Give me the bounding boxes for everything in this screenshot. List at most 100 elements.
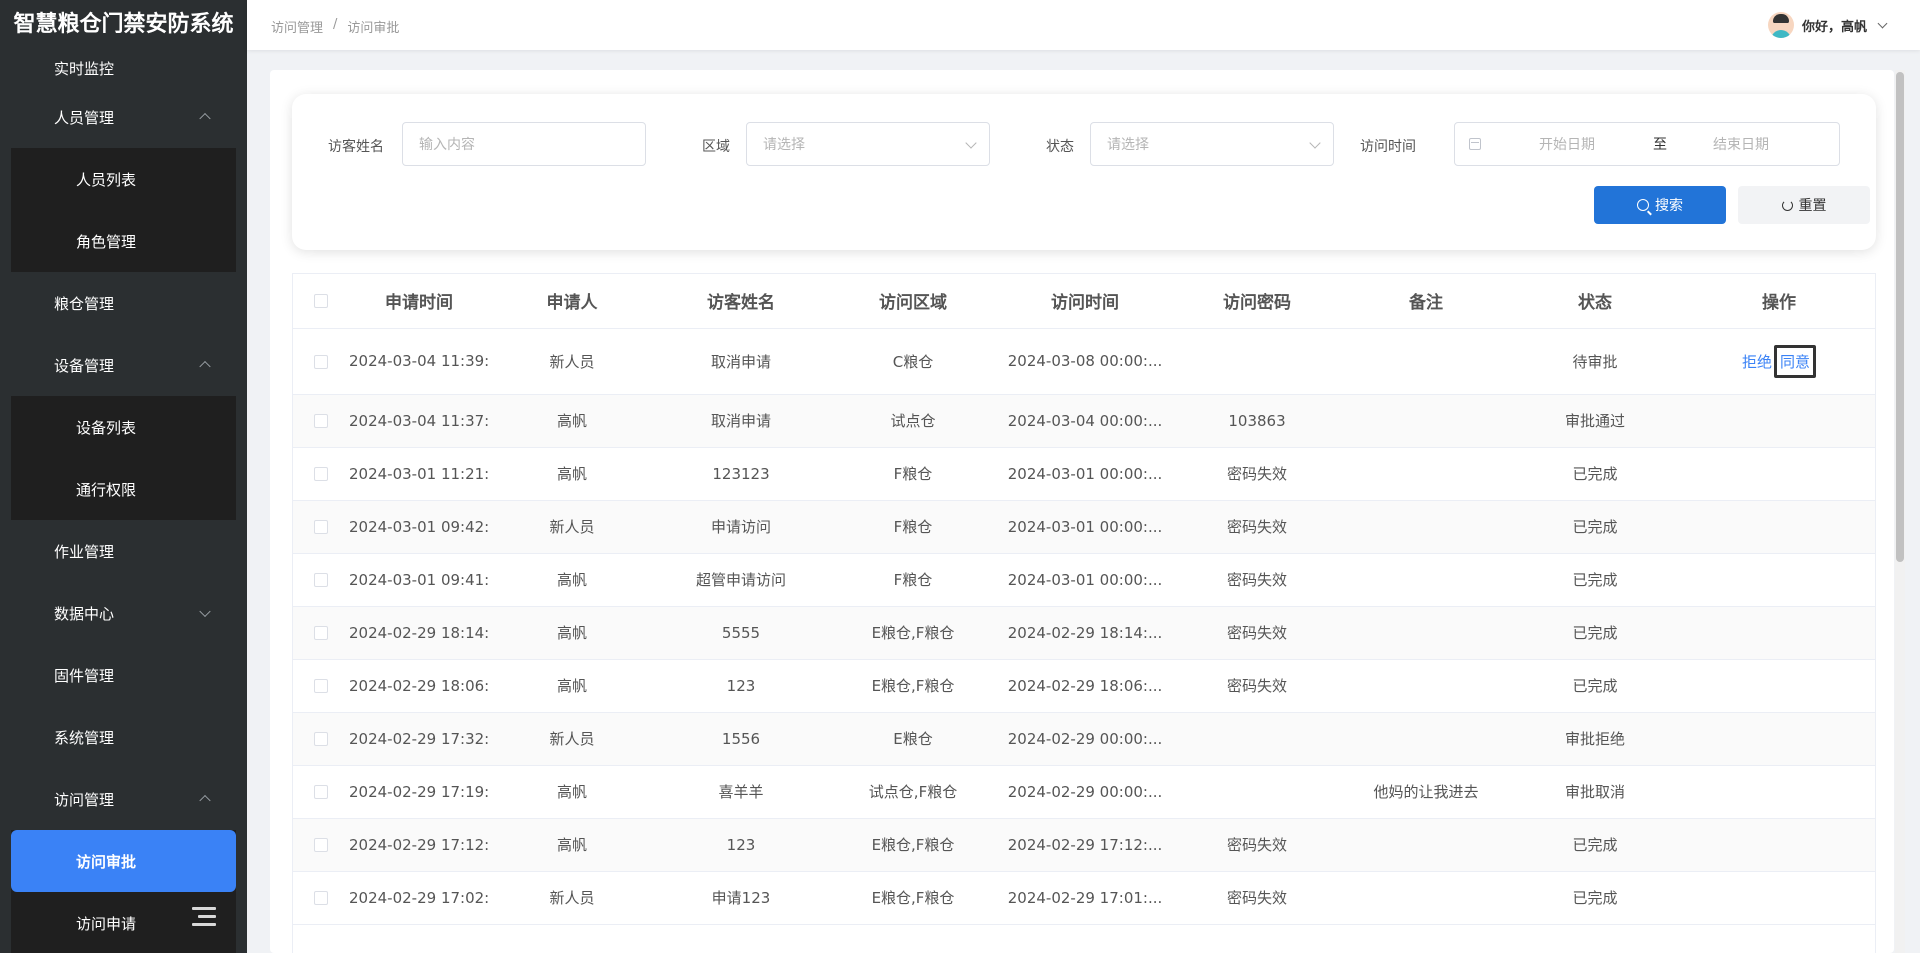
- placeholder-text: 请选择: [763, 137, 805, 153]
- breadcrumb-separator: /: [333, 17, 338, 32]
- top-header: 访问管理 / 访问审批 你好，高帆: [247, 0, 1920, 50]
- cell-apply-time: 2024-03-01 09:42:...: [349, 500, 489, 554]
- sidebar-item-granary[interactable]: 粮仓管理: [0, 272, 247, 334]
- cell-applicant: 高帆: [489, 818, 655, 872]
- sidebar-item-data-center[interactable]: 数据中心: [0, 582, 247, 644]
- sidebar-item-role-management[interactable]: 角色管理: [11, 210, 236, 272]
- row-checkbox[interactable]: [314, 354, 328, 369]
- row-checkbox[interactable]: [314, 626, 328, 640]
- sidebar-item-operation[interactable]: 作业管理: [0, 520, 247, 582]
- submenu-device: 设备列表 通行权限: [11, 396, 236, 520]
- avatar: [1767, 12, 1794, 38]
- cell-visit-time: 2024-03-01 00:00:...: [999, 500, 1171, 554]
- search-button-label: 搜索: [1655, 198, 1683, 214]
- app-title: 智慧粮仓门禁安防系统: [13, 12, 234, 37]
- cell-apply-time: 2024-02-29 17:12:...: [349, 818, 489, 872]
- sidebar-item-personnel-list[interactable]: 人员列表: [11, 148, 236, 210]
- cell-visit-time: 2024-02-29 18:14:...: [999, 606, 1171, 660]
- cell-password: 密码失效: [1171, 553, 1343, 607]
- cell-area: 试点仓,F粮仓: [827, 765, 999, 819]
- sidebar-item-visit-management[interactable]: 访问管理: [0, 768, 247, 830]
- scrollbar-thumb[interactable]: [1896, 72, 1904, 562]
- select-all-checkbox[interactable]: [314, 293, 328, 308]
- cell-actions: [1681, 871, 1875, 925]
- area-select[interactable]: 请选择: [746, 122, 990, 166]
- row-checkbox[interactable]: [314, 838, 328, 852]
- cell-status: 待审批: [1509, 328, 1681, 395]
- reset-button[interactable]: 重置: [1738, 186, 1870, 224]
- cell-visitor: 取消申请: [655, 394, 827, 448]
- cell-area: E粮仓,F粮仓: [827, 606, 999, 660]
- row-checkbox[interactable]: [314, 414, 328, 428]
- menu-collapse-icon[interactable]: [188, 907, 216, 931]
- row-checkbox[interactable]: [314, 520, 328, 534]
- cell-area: C粮仓: [827, 328, 999, 395]
- cell-visit-time: 2024-02-29 00:00:...: [999, 712, 1171, 766]
- sidebar-item-access-permission[interactable]: 通行权限: [11, 458, 236, 520]
- cell-actions: [1681, 394, 1875, 448]
- sidebar-item-label: 访问申请: [76, 914, 137, 933]
- area-label: 区域: [702, 139, 730, 155]
- row-checkbox[interactable]: [314, 891, 328, 905]
- row-checkbox[interactable]: [314, 467, 328, 481]
- sidebar-item-system[interactable]: 系统管理: [0, 706, 247, 768]
- table-row: 2024-03-01 09:42:... 新人员 申请访问 F粮仓 2024-03-01…: [293, 500, 1875, 554]
- search-button[interactable]: 搜索: [1594, 186, 1726, 224]
- approval-table: 申请时间 申请人 访客姓名 访问区域 访问时间 访问密码 备注 状态 操作 20…: [292, 273, 1876, 953]
- table-row: 2024-02-29 17:12:... 高帆 123 E粮仓,F粮仓 2024-02-…: [293, 818, 1875, 872]
- end-date-input[interactable]: 结束日期: [1713, 134, 1769, 154]
- cell-applicant: 新人员: [489, 871, 655, 925]
- table-row: 2024-03-04 11:39:... 新人员 取消申请 C粮仓 2024-03-08…: [293, 328, 1875, 395]
- sidebar-item-label: 系统管理: [54, 728, 115, 747]
- date-range-separator: 至: [1653, 137, 1667, 153]
- sidebar-item-realtime-monitor[interactable]: 实时监控: [0, 50, 247, 86]
- sidebar-item-label: 设备列表: [76, 418, 137, 437]
- cell-status: 已完成: [1509, 553, 1681, 607]
- date-range-picker[interactable]: 开始日期 至 结束日期: [1454, 122, 1840, 166]
- status-select[interactable]: 请选择: [1090, 122, 1334, 166]
- cell-apply-time: 2024-02-29 18:14:...: [349, 606, 489, 660]
- reject-button[interactable]: 拒绝: [1742, 353, 1772, 371]
- cell-actions: [1681, 818, 1875, 872]
- sidebar-item-device[interactable]: 设备管理: [0, 334, 247, 396]
- sidebar-item-label: 固件管理: [54, 666, 115, 685]
- cell-apply-time: 2024-03-04 11:39:...: [349, 328, 489, 395]
- sidebar-item-label: 实时监控: [54, 59, 115, 78]
- cell-visit-time: 2024-02-29 18:06:...: [999, 659, 1171, 713]
- cell-status: 已完成: [1509, 871, 1681, 925]
- cell-apply-time: 2024-03-04 11:37:...: [349, 394, 489, 448]
- sidebar-item-personnel[interactable]: 人员管理: [0, 86, 247, 148]
- cell-applicant: 高帆: [489, 447, 655, 501]
- cell-visitor: 123123: [655, 447, 827, 501]
- table-row: 2024-03-01 09:41:... 高帆 超管申请访问 F粮仓 2024-03-0…: [293, 553, 1875, 607]
- column-header: 备注: [1343, 274, 1509, 329]
- calendar-icon: [1469, 138, 1481, 150]
- sidebar-item-firmware[interactable]: 固件管理: [0, 644, 247, 706]
- chevron-down-icon: [1309, 137, 1321, 149]
- row-checkbox[interactable]: [314, 732, 328, 746]
- table-header-row: 申请时间 申请人 访客姓名 访问区域 访问时间 访问密码 备注 状态 操作: [293, 274, 1875, 329]
- cell-password: [1171, 328, 1343, 395]
- table-row: 2024-02-29 18:06:... 高帆 123 E粮仓,F粮仓 2024-02-…: [293, 659, 1875, 713]
- breadcrumb-item[interactable]: 访问管理: [271, 17, 323, 36]
- row-checkbox[interactable]: [314, 573, 328, 587]
- cell-area: F粮仓: [827, 447, 999, 501]
- row-checkbox[interactable]: [314, 785, 328, 799]
- cell-visitor: 申请123: [655, 871, 827, 925]
- sidebar-item-visit-approval[interactable]: 访问审批: [11, 830, 236, 892]
- row-select-cell: [293, 871, 349, 925]
- row-checkbox[interactable]: [314, 679, 328, 693]
- cell-apply-time: 2024-02-29 17:02:...: [349, 871, 489, 925]
- visitor-name-input[interactable]: 输入内容: [402, 122, 646, 166]
- sidebar-item-device-list[interactable]: 设备列表: [11, 396, 236, 458]
- submenu-personnel: 人员列表 角色管理: [11, 148, 236, 272]
- sidebar-item-label: 访问审批: [76, 852, 137, 871]
- start-date-input[interactable]: 开始日期: [1539, 134, 1649, 154]
- filter-panel: 访客姓名 输入内容 区域 请选择 状态 请选择 访问时间 开始日期 至 结束日期…: [292, 94, 1876, 250]
- sidebar-item-label: 通行权限: [76, 480, 137, 499]
- cell-password: [1171, 765, 1343, 819]
- reset-button-label: 重置: [1798, 198, 1827, 214]
- row-select-cell: [293, 500, 349, 554]
- user-menu[interactable]: 你好，高帆: [1767, 12, 1888, 38]
- approve-button[interactable]: 同意: [1774, 344, 1817, 378]
